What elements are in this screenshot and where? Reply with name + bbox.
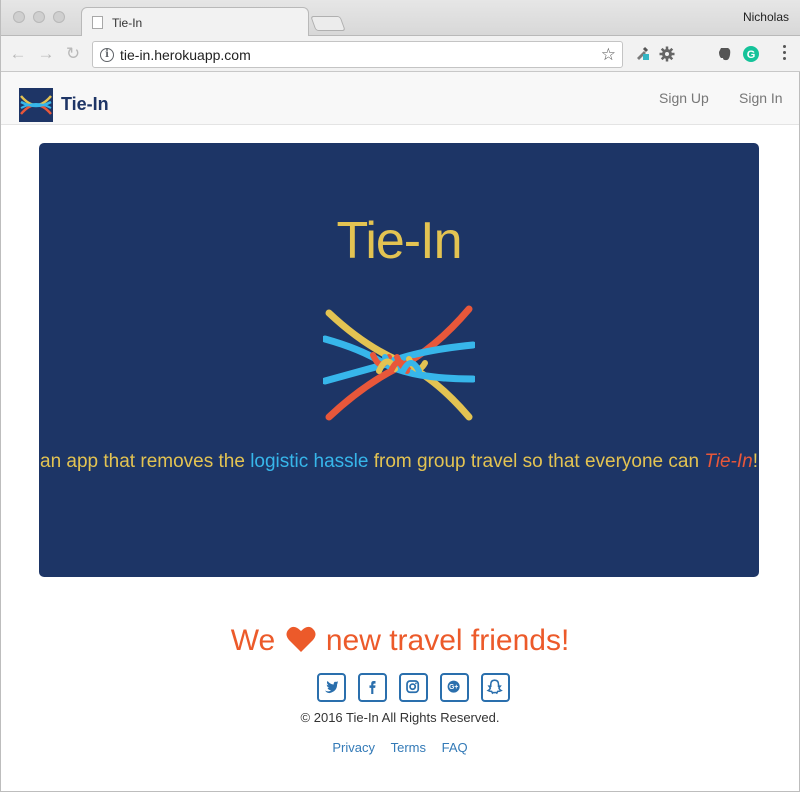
instagram-icon[interactable] <box>399 673 428 702</box>
new-tab-button[interactable] <box>310 16 346 31</box>
bookmark-star-icon[interactable]: ☆ <box>601 45 616 65</box>
browser-toolbar: ← → ↻ i tie-in.herokuapp.com ☆ G <box>1 36 800 72</box>
svg-text:G+: G+ <box>449 684 458 691</box>
address-bar[interactable]: i tie-in.herokuapp.com ☆ <box>92 41 623 68</box>
facebook-icon[interactable] <box>358 673 387 702</box>
sign-in-link[interactable]: Sign In <box>739 90 783 106</box>
hero-banner: Tie-In an app that removes the logistic … <box>39 143 759 577</box>
close-window-button[interactable] <box>13 11 25 23</box>
sign-up-link[interactable]: Sign Up <box>659 90 709 106</box>
love-text-before: We <box>230 624 276 657</box>
svg-text:G: G <box>747 49 756 61</box>
footer-links: Privacy Terms FAQ <box>1 740 799 755</box>
back-arrow-icon[interactable]: ← <box>9 44 27 64</box>
privacy-link[interactable]: Privacy <box>332 740 375 755</box>
footer-love-message: We new travel friends! <box>1 624 799 658</box>
tagline-highlight: logistic hassle <box>250 451 369 472</box>
terms-link[interactable]: Terms <box>391 740 426 755</box>
hero-title: Tie-In <box>336 212 463 270</box>
heart-icon <box>286 626 315 652</box>
maximize-window-button[interactable] <box>53 11 65 23</box>
browser-tab-bar: Tie-In Nicholas <box>1 0 800 37</box>
love-text-after: new travel friends! <box>325 624 570 657</box>
browser-window: Tie-In Nicholas ← → ↻ i tie-in.herokuapp… <box>0 0 800 792</box>
tagline-text-continued: from group travel so that everyone can <box>368 451 705 472</box>
tagline-brand: Tie-In <box>704 451 753 472</box>
snapchat-icon[interactable] <box>481 673 510 702</box>
social-links: G+ <box>317 673 517 703</box>
faq-link[interactable]: FAQ <box>442 740 468 755</box>
brand-logo-icon[interactable] <box>19 88 53 122</box>
url-text[interactable]: tie-in.herokuapp.com <box>120 47 251 63</box>
site-navbar: Tie-In Sign Up Sign In <box>1 72 799 125</box>
tagline-end: ! <box>752 451 758 472</box>
google-plus-icon[interactable]: G+ <box>440 673 469 702</box>
reload-icon[interactable]: ↻ <box>64 44 82 64</box>
braided-knot-logo-icon <box>323 305 475 421</box>
page-favicon-icon <box>92 16 103 29</box>
forward-arrow-icon[interactable]: → <box>37 44 55 64</box>
evernote-icon[interactable] <box>717 46 733 62</box>
eyedropper-icon[interactable] <box>634 45 650 61</box>
minimize-window-button[interactable] <box>33 11 45 23</box>
copyright-text: © 2016 Tie-In All Rights Reserved. <box>300 710 500 725</box>
tab-title: Tie-In <box>112 16 143 30</box>
site-info-icon[interactable]: i <box>100 48 114 62</box>
grammarly-icon[interactable]: G <box>743 46 759 62</box>
browser-tab[interactable]: Tie-In <box>81 7 309 37</box>
gear-icon[interactable] <box>659 46 675 62</box>
brand-name[interactable]: Tie-In <box>61 94 109 115</box>
tagline-text: an app that removes the <box>40 451 251 472</box>
hero-tagline: an app that removes the logistic hassle … <box>39 444 759 479</box>
browser-menu-icon[interactable] <box>783 45 787 63</box>
twitter-icon[interactable] <box>317 673 346 702</box>
profile-name[interactable]: Nicholas <box>743 10 789 24</box>
